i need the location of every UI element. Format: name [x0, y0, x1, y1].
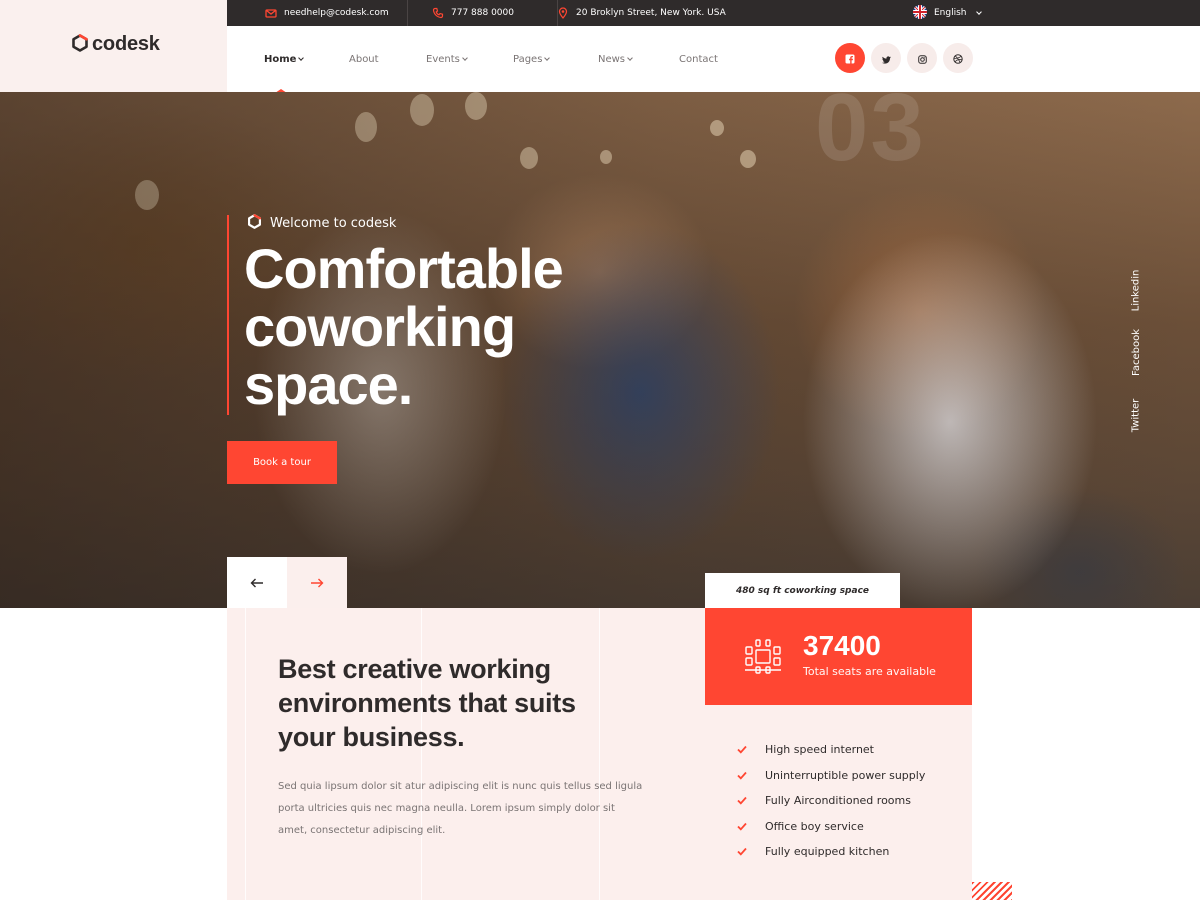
feature-label: Fully equipped kitchen	[765, 845, 890, 859]
headline-line: Best creative working	[278, 654, 551, 684]
nav-item-pages[interactable]: Pages	[513, 26, 551, 92]
nav-item-about[interactable]: About	[349, 26, 379, 92]
list-item: Fully Airconditioned rooms	[737, 788, 967, 814]
hero-title-line: Comfortable	[244, 237, 564, 300]
space-size-tag: 480 sq ft coworking space	[705, 573, 900, 608]
phone-text: 777 888 0000	[451, 8, 514, 18]
logo-panel: codesk	[0, 0, 227, 92]
arrow-right-icon	[310, 573, 324, 592]
instagram-button[interactable]	[907, 43, 937, 73]
feature-label: High speed internet	[765, 743, 874, 757]
nav-item-label: Home	[264, 53, 297, 65]
dribbble-button[interactable]	[943, 43, 973, 73]
address-text: 20 Broklyn Street, New York. USA	[576, 8, 726, 18]
nav-item-label: About	[349, 53, 379, 65]
feature-label: Office boy service	[765, 819, 864, 833]
hero-slider: 03 Welcome to codesk Comfortable coworki…	[0, 92, 1200, 608]
check-icon	[737, 745, 747, 755]
brand-logo[interactable]: codesk	[71, 33, 160, 56]
map-pin-icon	[557, 7, 569, 19]
vertical-social-label: Linkedin	[1130, 269, 1142, 311]
book-tour-button[interactable]: Book a tour	[227, 441, 337, 484]
chevron-down-icon	[298, 54, 305, 61]
seats-label: Total seats are available	[803, 665, 936, 678]
nav-item-label: Contact	[679, 53, 718, 65]
facebook-icon	[845, 49, 855, 68]
nav-item-label: News	[598, 53, 626, 65]
grid-line	[245, 608, 246, 900]
check-icon	[737, 847, 747, 857]
slider-prev-button[interactable]	[227, 557, 287, 608]
hero-overlay	[0, 92, 1200, 608]
about-description: Sed quia lipsum dolor sit atur adipiscin…	[278, 776, 658, 842]
logo-icon	[71, 33, 89, 56]
dribbble-icon	[953, 49, 963, 68]
tagline-text: Welcome to codesk	[270, 216, 397, 231]
nav-item-events[interactable]: Events	[426, 26, 468, 92]
vertical-social-linkedin[interactable]: Linkedin	[1128, 260, 1144, 320]
nav-item-label: Pages	[513, 53, 543, 65]
decorative-stripes	[972, 882, 1012, 900]
vertical-social-label: Facebook	[1130, 328, 1142, 376]
list-item: Uninterruptible power supply	[737, 763, 967, 789]
topbar-email[interactable]: needhelp@codesk.com	[265, 0, 389, 26]
facebook-button[interactable]	[835, 43, 865, 73]
twitter-icon	[881, 49, 891, 68]
seats-stat-card: 37400 Total seats are available	[705, 608, 972, 705]
meeting-table-icon	[743, 636, 783, 680]
hero-title-line: space.	[244, 353, 413, 416]
email-text: needhelp@codesk.com	[284, 8, 389, 18]
chevron-down-icon	[544, 54, 551, 61]
arrow-left-icon	[250, 573, 264, 592]
topbar-address[interactable]: 20 Broklyn Street, New York. USA	[557, 0, 726, 26]
description-line: amet, consectetur adipiscing elit.	[278, 825, 446, 836]
uk-flag-icon	[913, 4, 927, 22]
feature-label: Fully Airconditioned rooms	[765, 794, 911, 808]
chevron-down-icon	[975, 8, 982, 15]
topbar-phone[interactable]: 777 888 0000	[432, 0, 514, 26]
feature-label: Uninterruptible power supply	[765, 768, 926, 782]
topbar-divider	[407, 0, 408, 26]
page: codesk needhelp@codesk.com 777 888 0000 …	[0, 0, 1200, 900]
accent-bar	[227, 215, 229, 415]
seats-number: 37400	[803, 630, 881, 661]
check-icon	[737, 770, 747, 780]
vertical-social-facebook[interactable]: Facebook	[1128, 320, 1144, 384]
list-item: High speed internet	[737, 737, 967, 763]
list-item: Fully equipped kitchen	[737, 839, 967, 865]
nav-item-contact[interactable]: Contact	[679, 26, 718, 92]
about-headline: Best creative working environments that …	[278, 652, 658, 754]
instagram-icon	[917, 49, 927, 68]
logo-icon	[247, 214, 262, 233]
list-item: Office boy service	[737, 814, 967, 840]
features-list: High speed internet Uninterruptible powe…	[737, 737, 967, 865]
check-icon	[737, 796, 747, 806]
brand-name: codesk	[92, 33, 160, 55]
slider-next-button[interactable]	[287, 557, 347, 608]
chevron-down-icon	[627, 54, 633, 61]
hero-title: Comfortable coworking space.	[244, 237, 564, 416]
check-icon	[737, 821, 747, 831]
description-line: Sed quia lipsum dolor sit atur adipiscin…	[278, 781, 643, 792]
nav-item-label: Events	[426, 53, 460, 65]
vertical-social-twitter[interactable]: Twitter	[1128, 390, 1144, 440]
vertical-social-label: Twitter	[1130, 398, 1142, 432]
headline-line: your business.	[278, 722, 465, 752]
twitter-button[interactable]	[871, 43, 901, 73]
language-label: English	[934, 8, 967, 18]
nav-item-home[interactable]: Home	[264, 26, 305, 93]
envelope-icon	[265, 7, 277, 19]
main-navbar: Home About Events Pages News Contact	[227, 26, 1200, 93]
headline-line: environments that suits	[278, 688, 576, 718]
slide-number: 03	[815, 92, 926, 181]
hero-tagline: Welcome to codesk	[247, 214, 396, 233]
language-selector[interactable]: English	[913, 0, 982, 26]
top-info-bar: needhelp@codesk.com 777 888 0000 20 Brok…	[227, 0, 1200, 26]
hero-title-line: coworking	[244, 295, 516, 358]
phone-icon	[432, 7, 444, 19]
nav-item-news[interactable]: News	[598, 26, 633, 92]
description-line: porta ultricies quis nec magna neulla. L…	[278, 803, 615, 814]
chevron-down-icon	[462, 54, 468, 61]
